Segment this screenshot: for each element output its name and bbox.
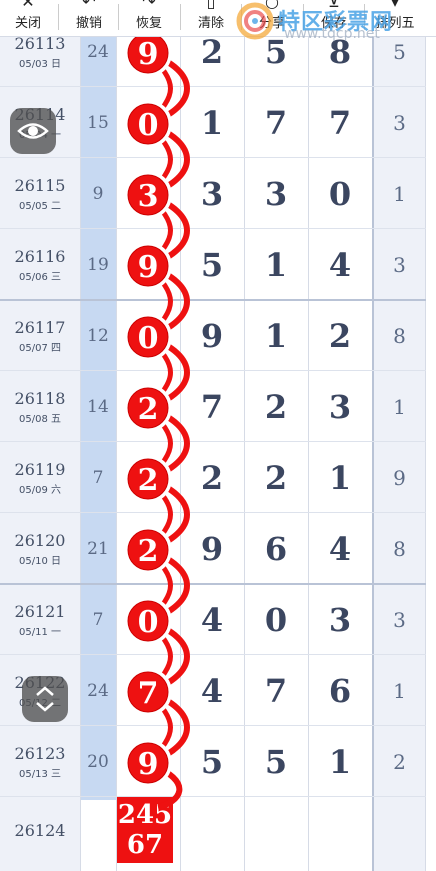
ball-number: 9 [138,37,159,72]
ball-number: 3 [138,179,159,214]
ball-number: 7 [138,676,159,711]
toolbar-label: 关闭 [14,16,41,31]
eye-icon [17,123,49,139]
ball-number: 2 [138,534,159,569]
toolbar-redo-button[interactable]: ↷ 恢复 [121,0,177,36]
close-icon: ✕ [21,0,35,11]
site-logo: 特区彩票网 www.tqcp.net [236,2,436,42]
eye-toggle-button[interactable] [10,108,56,154]
ball-number: 0 [138,108,159,143]
ball-number: 9 [138,250,159,285]
toolbar-undo-button[interactable]: ↶ 撤销 [61,0,117,36]
trash-icon: ▯ [206,0,216,11]
expand-collapse-button[interactable] [22,676,68,722]
logo-url: www.tqcp.net [284,26,380,42]
expand-collapse-icon [36,686,54,712]
ball-marker: 2 [124,384,172,432]
ball-marker: 9 [124,242,172,290]
ball-marker: 7 [124,668,172,716]
toolbar-close-button[interactable]: ✕ 关闭 [0,0,56,36]
ball-number: 0 [138,321,159,356]
toolbar-trash-button[interactable]: ▯ 清除 [183,0,239,36]
ball-marker: 9 [124,739,172,787]
ball-marker: 3 [124,171,172,219]
ball-marker: 0 [124,597,172,645]
ball-marker: 0 [124,100,172,148]
redo-icon: ↷ [142,0,156,11]
toolbar-separator [58,4,59,30]
ball-marker: 0 [124,313,172,361]
trend-line-overlay: 9 0 3 9 0 2 2 2 0 7 9 [124,29,190,810]
toolbar-label: 恢复 [135,16,162,31]
toolbar-label: 撤销 [75,16,102,31]
ball-marker: 2 [124,455,172,503]
toolbar-separator [118,4,119,30]
ball-number: 2 [138,392,159,427]
ball-marker: 2 [124,526,172,574]
ball-number: 0 [138,605,159,640]
logo-swirl-icon [236,2,274,40]
undo-icon: ↶ [82,0,96,11]
toolbar-label: 清除 [197,16,224,31]
toolbar-separator [180,4,181,30]
ball-number: 9 [138,747,159,782]
ball-number: 2 [138,463,159,498]
